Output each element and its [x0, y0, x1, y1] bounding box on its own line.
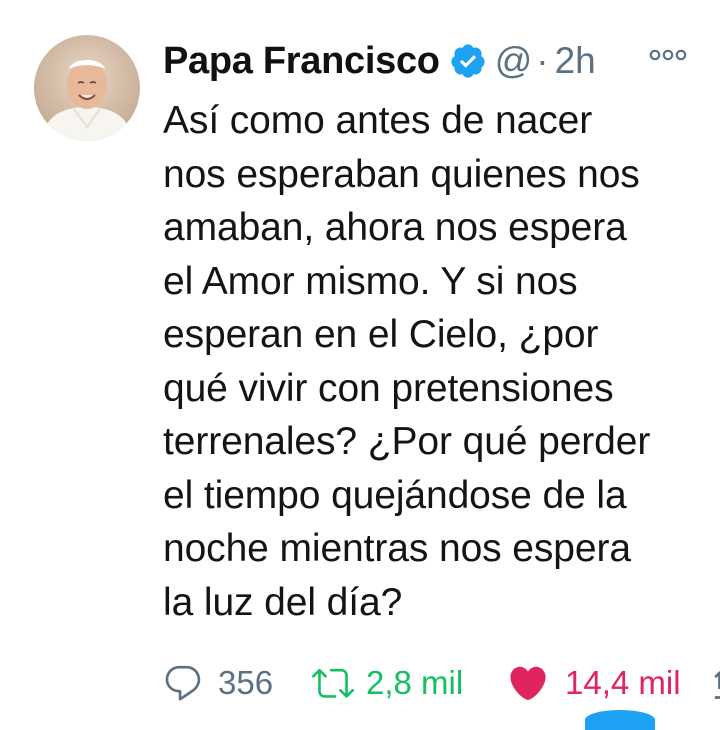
avatar-image — [34, 35, 140, 141]
tweet-card[interactable]: Papa Francisco @ · 2h Así como antes de … — [0, 0, 720, 730]
reply-count: 356 — [218, 664, 274, 701]
tweet-actions: 356 2,8 mil 14,4 mil — [162, 660, 720, 706]
retweet-count: 2,8 mil — [366, 664, 464, 701]
avatar[interactable] — [34, 35, 140, 141]
share-button[interactable] — [710, 660, 720, 706]
share-icon — [710, 662, 720, 704]
author-display-name[interactable]: Papa Francisco — [163, 40, 440, 83]
like-button[interactable]: 14,4 mil — [507, 660, 681, 706]
separator-dot: · — [536, 40, 549, 81]
tweet-text: Así como antes de nacer nos esperaban qu… — [163, 99, 651, 624]
reply-button[interactable]: 356 — [162, 660, 273, 706]
retweet-icon — [312, 662, 354, 704]
reply-icon — [162, 662, 204, 704]
more-options-icon[interactable] — [648, 46, 688, 66]
like-count: 14,4 mil — [565, 664, 681, 701]
author-handle[interactable]: @ — [495, 40, 533, 82]
floating-compose-button[interactable] — [585, 710, 655, 730]
verified-badge-icon — [449, 42, 487, 80]
tweet-timestamp[interactable]: 2h — [555, 40, 596, 82]
retweet-button[interactable]: 2,8 mil — [312, 660, 463, 706]
heart-icon — [507, 662, 549, 704]
tweet-header: Papa Francisco @ · 2h — [163, 36, 596, 86]
